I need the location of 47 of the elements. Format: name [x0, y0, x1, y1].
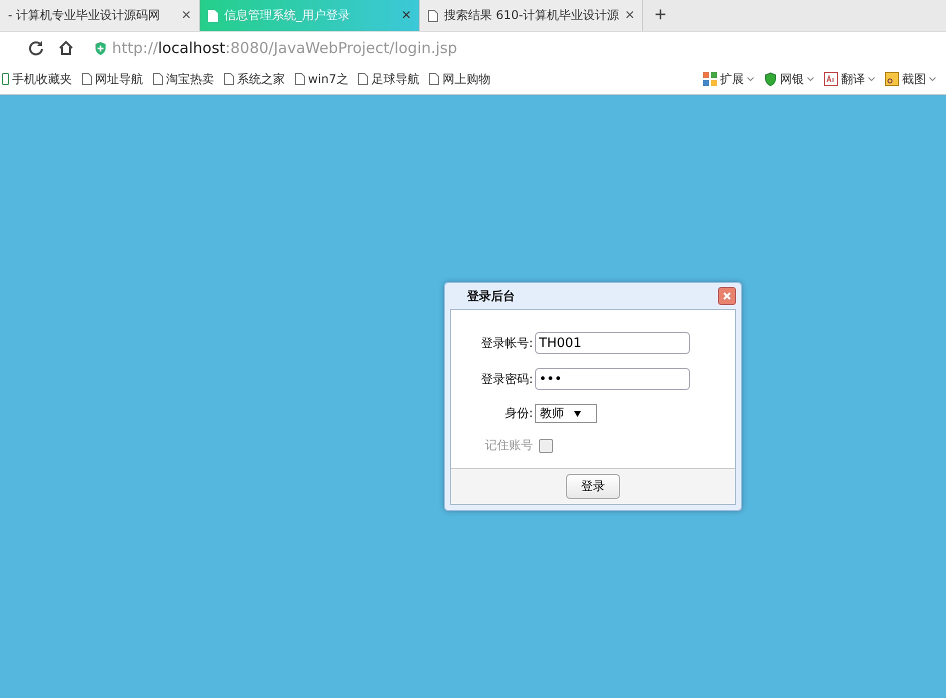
toolbar-button[interactable]: 翻译: [841, 70, 865, 88]
field-label: 身份:: [504, 405, 534, 422]
bookmark-link[interactable]: 淘宝热卖: [166, 70, 214, 88]
bookmark-link[interactable]: 手机收藏夹: [12, 70, 72, 88]
caret-icon[interactable]: [929, 76, 936, 82]
home-icon[interactable]: [58, 40, 74, 56]
bookmark-link[interactable]: 网址导航: [95, 70, 143, 88]
page-icon: [428, 10, 438, 22]
field-label: 登录帐号:: [480, 334, 534, 352]
page-icon: [153, 73, 163, 85]
toolbar-button[interactable]: 网银: [780, 70, 804, 88]
caret-icon[interactable]: [807, 76, 814, 82]
browser-tab[interactable]: 信息管理系统_用户登录 ×: [200, 0, 420, 31]
caret-icon: [574, 410, 581, 416]
bookmark-link[interactable]: 网上购物: [442, 70, 490, 88]
field-label: 登录密码:: [480, 370, 534, 388]
close-tab-button[interactable]: ×: [625, 6, 634, 24]
input-field[interactable]: •••: [535, 368, 690, 390]
new-tab-button[interactable]: +: [643, 0, 678, 31]
bookmark-link[interactable]: 系统之家: [237, 70, 285, 88]
field-label: 记住账号: [484, 437, 534, 454]
checkbox[interactable]: [539, 438, 553, 452]
login-button[interactable]: 登录: [566, 474, 620, 499]
bookmark-link[interactable]: win7之: [308, 70, 348, 88]
blocks-icon: [703, 72, 717, 86]
page-icon: [295, 73, 305, 85]
shield-icon: [764, 72, 777, 86]
page-icon: [208, 10, 218, 22]
close-tab-button[interactable]: ×: [402, 6, 411, 24]
page-icon: [429, 73, 440, 85]
reload-icon[interactable]: [28, 40, 44, 56]
toolbar-button[interactable]: 截图: [902, 70, 926, 88]
shield-icon: [94, 40, 107, 56]
input-field[interactable]: TH001: [535, 332, 690, 354]
close-icon[interactable]: [718, 287, 736, 305]
dialog-title: 登录后台: [467, 288, 515, 304]
role-select[interactable]: 教师: [535, 404, 597, 423]
caret-icon[interactable]: [868, 76, 875, 82]
bookmark-link[interactable]: 足球导航: [371, 70, 420, 88]
page-icon: [358, 73, 368, 85]
phone-icon: [2, 73, 9, 85]
close-tab-button[interactable]: ×: [182, 6, 191, 24]
page-icon: [224, 73, 234, 85]
page-icon: [82, 73, 92, 85]
caret-icon[interactable]: [747, 76, 754, 82]
dictionary-icon: [824, 72, 838, 86]
toolbar-button[interactable]: 扩展: [720, 70, 744, 88]
